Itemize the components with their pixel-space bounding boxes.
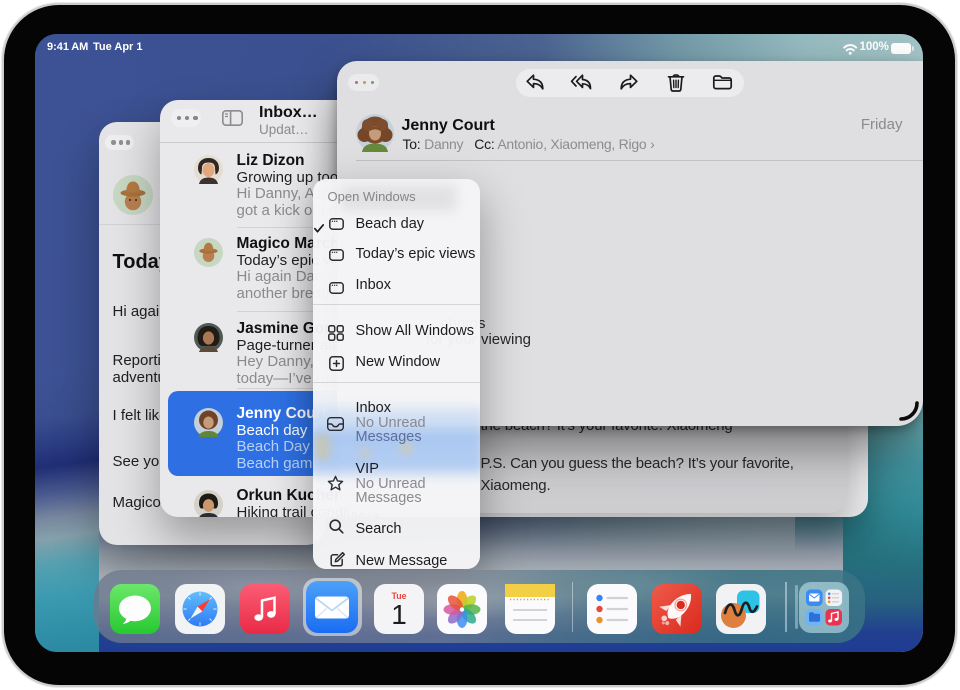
svg-text:1: 1: [391, 599, 407, 630]
